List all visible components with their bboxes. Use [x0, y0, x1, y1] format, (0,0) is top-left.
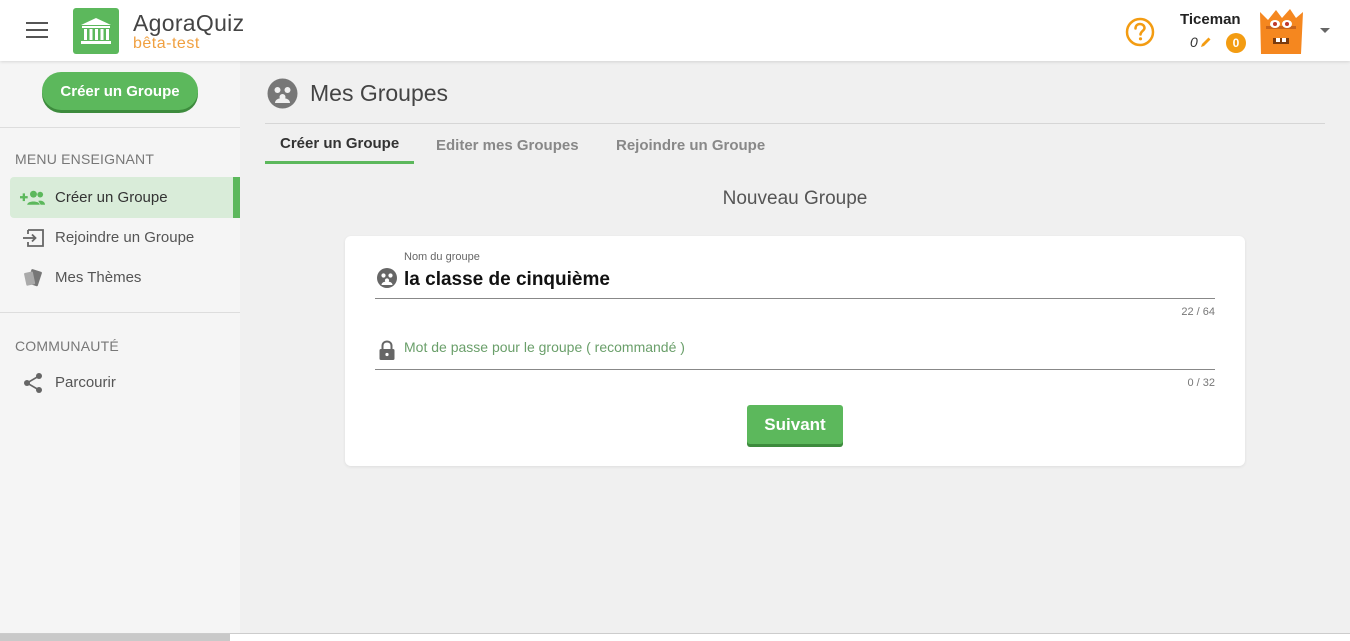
- sidebar-item-my-themes[interactable]: Mes Thèmes: [10, 257, 240, 298]
- group-password-counter: 0 / 32: [1187, 377, 1215, 389]
- group-name-counter: 22 / 64: [1181, 306, 1215, 318]
- lock-icon: [379, 340, 395, 360]
- groups-icon: [267, 78, 298, 109]
- hamburger-menu-icon[interactable]: [26, 22, 48, 38]
- sidebar: Créer un Groupe MENU ENSEIGNANT Créer un…: [0, 61, 240, 641]
- share-icon: [20, 372, 45, 393]
- sidebar-item-browse[interactable]: Parcourir: [10, 362, 240, 403]
- new-group-card: Nom du groupe la classe de cinquième 22 …: [345, 236, 1245, 466]
- sidebar-item-create-group[interactable]: Créer un Groupe: [10, 177, 240, 218]
- tab-join-group[interactable]: Rejoindre un Groupe: [601, 126, 780, 164]
- sidebar-item-label: Créer un Groupe: [55, 189, 168, 206]
- username[interactable]: Ticeman: [1180, 11, 1241, 28]
- divider: [0, 127, 240, 128]
- app-subtitle: bêta-test: [133, 35, 200, 52]
- add-group-icon: [20, 188, 45, 208]
- notification-badge[interactable]: 0: [1226, 33, 1246, 53]
- logo-icon[interactable]: [73, 8, 119, 54]
- form-title: Nouveau Groupe: [722, 188, 868, 209]
- divider: [265, 123, 1325, 124]
- edit-score: 0: [1190, 34, 1212, 50]
- scrollbar-thumb[interactable]: [0, 634, 230, 641]
- group-name-input[interactable]: la classe de cinquième: [404, 269, 610, 291]
- group-name-label: Nom du groupe: [404, 251, 480, 263]
- sidebar-item-label: Mes Thèmes: [55, 269, 142, 286]
- pencil-icon: [1200, 37, 1211, 47]
- group-icon: [377, 268, 397, 288]
- help-icon[interactable]: [1125, 17, 1155, 47]
- sidebar-item-label: Parcourir: [55, 374, 116, 391]
- page-title: Mes Groupes: [310, 80, 449, 106]
- tab-create-group[interactable]: Créer un Groupe: [265, 126, 415, 164]
- app-name[interactable]: AgoraQuiz: [133, 10, 244, 37]
- tab-edit-groups[interactable]: Editer mes Groupes: [421, 126, 594, 164]
- sidebar-item-label: Rejoindre un Groupe: [55, 229, 195, 246]
- join-icon: [20, 228, 45, 248]
- avatar[interactable]: [1256, 6, 1306, 56]
- group-name-underline: [375, 298, 1215, 299]
- top-header: AgoraQuiz bêta-test Ticeman 0 0: [0, 0, 1350, 61]
- section-teacher-menu: MENU ENSEIGNANT: [15, 151, 155, 167]
- group-password-underline: [375, 369, 1215, 370]
- divider: [0, 312, 240, 313]
- next-button[interactable]: Suivant: [747, 405, 843, 444]
- sidebar-item-join-group[interactable]: Rejoindre un Groupe: [10, 217, 240, 258]
- section-community: COMMUNAUTÉ: [15, 338, 119, 354]
- create-group-button[interactable]: Créer un Groupe: [42, 72, 198, 110]
- group-password-input[interactable]: Mot de passe pour le groupe ( recommandé…: [404, 339, 685, 355]
- themes-icon: [20, 268, 45, 288]
- chevron-down-icon[interactable]: [1320, 28, 1330, 33]
- horizontal-scrollbar[interactable]: [0, 633, 1350, 641]
- edit-score-value: 0: [1190, 34, 1198, 50]
